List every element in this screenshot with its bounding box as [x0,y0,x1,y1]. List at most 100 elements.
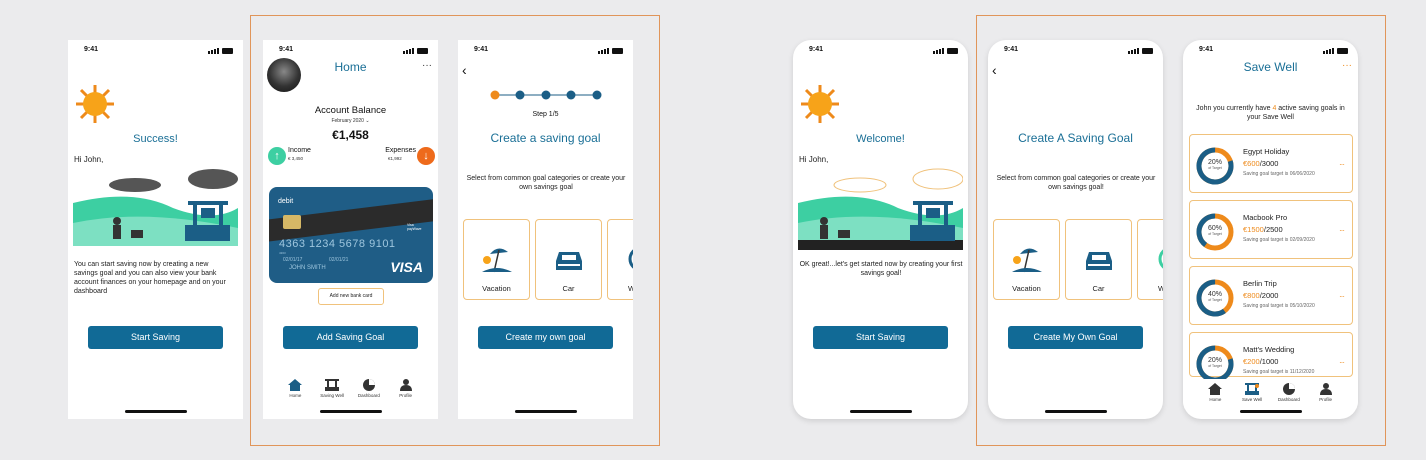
expenses-label: Expenses [385,147,416,154]
category-wedding[interactable]: W [607,219,633,300]
tab-dashboard[interactable]: Dashboard [354,379,384,405]
goal-card[interactable]: 40% of Target Berlin Trip €800/2000 Saving g… [1189,266,1353,325]
beach-umbrella-icon [482,248,512,273]
expenses-arrow-icon: ↓ [417,147,435,165]
tab-profile[interactable]: Profile [1311,383,1341,409]
tab-profile-label: Profile [399,393,412,398]
car-icon [1086,252,1112,270]
percent-value: 20% [1207,159,1222,166]
intro-text: John you currently have [1196,105,1273,112]
goal-more-icon[interactable]: ··· [1339,226,1345,235]
add-saving-goal-button[interactable]: Add Saving Goal [283,326,418,349]
start-saving-button[interactable]: Start Saving [813,326,948,349]
goal-target: /1000 [1259,357,1279,366]
signal-icon [598,47,623,54]
saving-illustration [798,168,963,250]
tab-profile-label: Profile [1319,397,1332,402]
pie-chart-icon [1282,383,1295,395]
category-car[interactable]: Car [1065,219,1132,300]
home-indicator [1044,410,1107,413]
goal-more-icon[interactable]: ··· [1339,358,1345,367]
greeting: Hi John, [799,155,829,164]
balance-label: Account Balance [314,105,387,116]
status-time: 9:41 [279,46,294,53]
create-goal-body: Select from common goal categories or cr… [996,175,1156,191]
balance-value: €1,458 [332,128,369,142]
back-chevron-icon[interactable]: ‹ [992,62,997,78]
percent-value: 60% [1207,225,1222,232]
tab-saving-well[interactable]: Saving Well [317,379,347,405]
welcome-title: Welcome! [856,133,905,145]
signal-icon [1323,47,1348,54]
well-icon [325,379,340,391]
tab-home[interactable]: Home [280,379,310,405]
goal-card[interactable]: 20% of Target Egypt Holiday €600/3000 Saving… [1189,134,1353,193]
goal-card[interactable]: 60% of Target Macbook Pro €1500/2500 Saving … [1189,200,1353,259]
success-body: You can start saving now by creating a n… [74,261,226,295]
phone-success: 9:41 Success! Hi John, You can start sav… [68,40,243,419]
progress-percent: 40% of Target [1196,279,1234,302]
goal-card[interactable]: 20% of Target Matt's Wedding €200/1000 Savin… [1189,332,1353,383]
tab-home[interactable]: Home [1200,383,1230,409]
income-label: Income [288,147,311,154]
add-bank-card-button[interactable]: Add new bank card [318,288,384,305]
percent-value: 40% [1207,291,1222,298]
category-vacation[interactable]: Vacation [463,219,530,300]
step-progress [490,90,602,100]
progress-percent: 60% of Target [1196,213,1234,236]
category-vacation[interactable]: Vacation [993,219,1060,300]
goal-amount: €1500/2500 [1243,225,1283,234]
well-icon [1245,383,1260,395]
phone-save-well: 9:41 Save Well ··· John you currently ha… [1183,40,1358,419]
goal-date: Saving goal target is 06/06/2020 [1243,171,1315,177]
category-label: W [628,284,633,293]
percent-sub: of Target [1208,298,1222,302]
category-wedding[interactable]: W [1137,219,1163,300]
phone-welcome: 9:41 Welcome! Hi John, OK great!...let's… [793,40,968,419]
month-label: February 2020 [331,118,364,124]
start-saving-button[interactable]: Start Saving [88,326,223,349]
ring-icon [628,249,633,269]
more-menu-icon[interactable]: ··· [422,60,432,71]
create-own-goal-button[interactable]: Create my own goal [478,326,613,349]
phone-home: 9:41 Home ··· Account Balance February 2… [263,40,438,419]
status-bar: 9:41 [793,46,968,56]
status-bar: 9:41 [1183,46,1358,56]
battery-icon [947,48,958,54]
page-title: Save Well [1243,60,1298,74]
debit-card[interactable]: debit Visa payWave 4363 1234 5678 9101 4… [269,187,433,283]
home-indicator [849,410,912,413]
goal-more-icon[interactable]: ··· [1339,160,1345,169]
tab-profile[interactable]: Profile [391,379,421,405]
goal-saved: €1500 [1243,225,1264,234]
tab-home-label: Home [289,393,302,398]
percent-sub: of Target [1208,364,1222,368]
goal-date: Saving goal target is 11/12/2020 [1243,369,1315,375]
status-time: 9:41 [1004,46,1019,53]
tab-dashboard[interactable]: Dashboard [1274,383,1304,409]
paywave-logo: Visa payWave [407,223,422,231]
sun-icon [76,85,114,123]
card-number: 4363 1234 5678 9101 [279,238,396,250]
month-selector[interactable]: February 2020 ⌄ [263,118,438,124]
goal-more-icon[interactable]: ··· [1339,292,1345,301]
battery-icon [1337,48,1348,54]
home-indicator [1239,410,1302,413]
status-bar: 9:41 [68,46,243,56]
more-menu-icon[interactable]: ··· [1342,60,1352,71]
tab-dashboard-label: Dashboard [1277,397,1300,402]
back-chevron-icon[interactable]: ‹ [462,62,467,78]
goal-title: Egypt Holiday [1243,147,1290,156]
home-indicator [319,410,382,413]
category-car[interactable]: Car [535,219,602,300]
signal-icon [933,47,958,54]
tab-save-well-label: Save Well [1242,397,1263,402]
goal-saved: €800 [1243,291,1260,300]
status-bar: 9:41 [458,46,633,56]
signal-icon [403,47,428,54]
category-label: Vacation [482,284,511,293]
tab-save-well[interactable]: Save Well [1237,383,1267,409]
create-own-goal-button[interactable]: Create My Own Goal [1008,326,1143,349]
tab-bar: Home Saving Well Dashboard Profile [263,379,438,405]
create-goal-title: Create A Saving Goal [1018,131,1133,145]
